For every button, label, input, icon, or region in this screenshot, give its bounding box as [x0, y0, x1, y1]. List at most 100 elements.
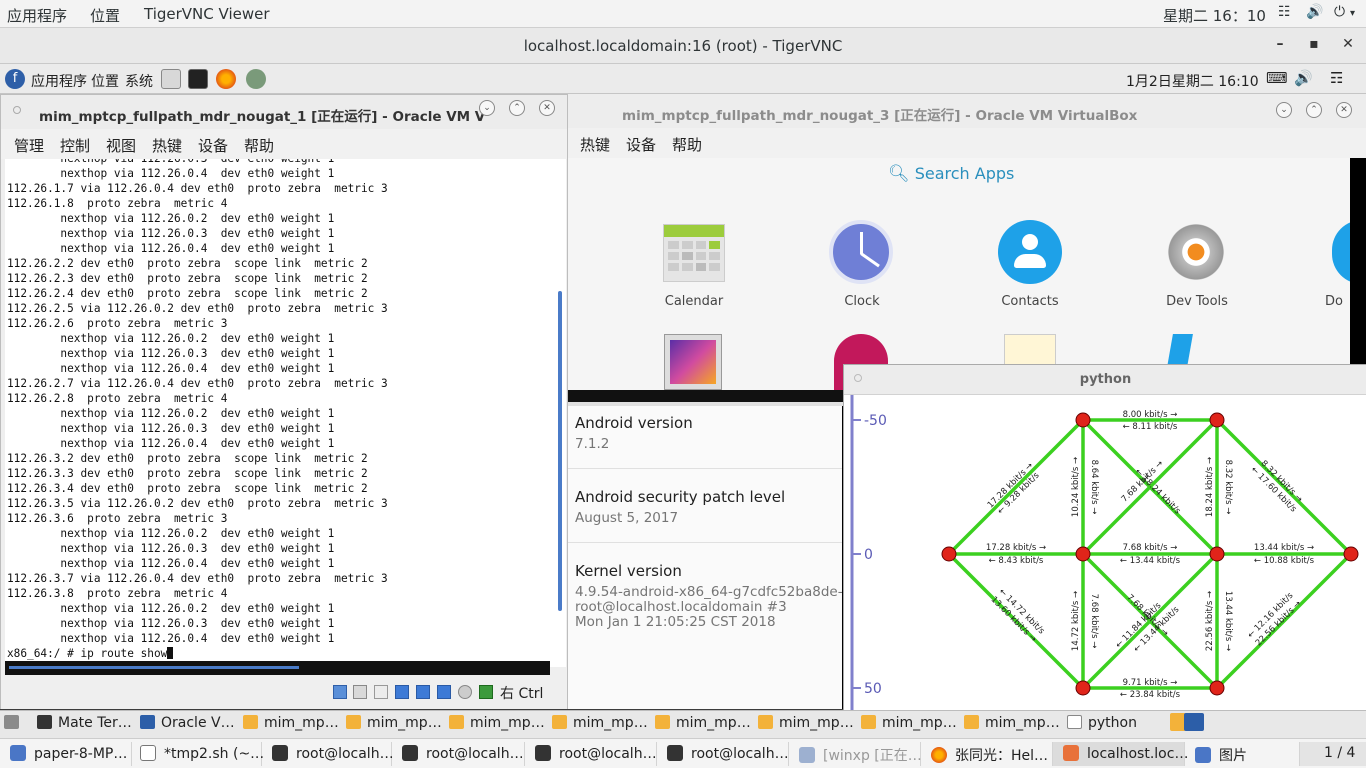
host-task[interactable]: root@localh…	[262, 742, 394, 766]
calendar-icon[interactable]	[663, 224, 725, 282]
capture-icon[interactable]	[479, 685, 493, 699]
host-task[interactable]: [winxp [正在…	[789, 742, 922, 766]
minimize-button[interactable]: –	[1271, 36, 1289, 52]
host-task[interactable]: 图片	[1185, 742, 1300, 766]
host-task[interactable]: root@localh…	[525, 742, 657, 766]
terminal-cursor	[167, 647, 174, 659]
audio-icon[interactable]	[374, 685, 388, 699]
host-task-label: 张同光：Hel…	[955, 748, 1049, 764]
network-icon[interactable]: ☶	[1330, 69, 1343, 87]
remote-task[interactable]: Oracle V…	[140, 715, 235, 731]
places-menu[interactable]: 位置	[90, 5, 120, 26]
y-tick-label: 50	[864, 681, 882, 697]
menu-control[interactable]: 控制	[60, 135, 90, 156]
minimize-button[interactable]: ⌄	[479, 100, 495, 116]
power-icon[interactable]: ⏻	[1334, 4, 1345, 20]
app-label-clock[interactable]: Clock	[807, 294, 917, 309]
remote-task[interactable]: Mate Ter…	[37, 715, 132, 731]
menu-machine[interactable]: 管理	[14, 135, 44, 156]
shared-folders-icon[interactable]	[437, 685, 451, 699]
about-phone-pane: Android version 7.1.2 Android security p…	[568, 406, 866, 709]
remote-task[interactable]: mim_mp…	[964, 715, 1060, 731]
host-task[interactable]: paper-8-MP…	[0, 742, 132, 766]
close-button[interactable]: ✕	[1339, 36, 1357, 52]
network-icon[interactable]: ☷	[1278, 4, 1291, 20]
contacts-icon[interactable]	[998, 220, 1062, 284]
menu-hotkeys[interactable]: 热键	[580, 134, 610, 155]
security-patch-title[interactable]: Android security patch level	[575, 488, 785, 506]
remote-task-label: mim_mp…	[676, 715, 751, 731]
kernel-build-date: Mon Jan 1 21:05:25 CST 2018	[575, 614, 776, 630]
edge-label: 8.00 kbit/s →	[1123, 410, 1178, 420]
firefox-icon[interactable]	[216, 69, 236, 89]
workspace-indicator[interactable]: 1 / 4	[1300, 742, 1366, 766]
menu-hotkeys[interactable]: 热键	[152, 135, 182, 156]
remote-task[interactable]: mim_mp…	[449, 715, 545, 731]
host-task[interactable]: root@localh…	[392, 742, 525, 766]
host-task[interactable]: *tmp2.sh (~…	[132, 742, 264, 766]
minimize-button[interactable]: ⌄	[1276, 102, 1292, 118]
guest-terminal[interactable]: nexthop via 112.26.0.3 dev eth0 weight 1…	[5, 159, 550, 667]
maximize-button[interactable]: ▪	[1305, 36, 1323, 52]
remote-applications-menu[interactable]: 应用程序	[31, 71, 87, 91]
remote-task[interactable]: python	[1067, 715, 1137, 731]
active-app-menu[interactable]: TigerVNC Viewer	[144, 5, 270, 23]
remote-task-label: Mate Ter…	[58, 715, 132, 731]
remote-task[interactable]: mim_mp…	[655, 715, 751, 731]
remote-task[interactable]: mim_mp…	[758, 715, 854, 731]
menu-help[interactable]: 帮助	[244, 135, 274, 156]
optical-drive-icon[interactable]	[353, 685, 367, 699]
app-label-calendar[interactable]: Calendar	[639, 294, 749, 309]
text-editor-icon[interactable]	[161, 69, 181, 89]
window-menu-icon[interactable]	[13, 106, 21, 114]
close-button[interactable]: ✕	[539, 100, 555, 116]
hard-disk-icon[interactable]	[333, 685, 347, 699]
remote-clock[interactable]: 1月2日星期二 16:10	[1126, 71, 1259, 91]
menu-devices[interactable]: 设备	[626, 134, 656, 155]
volume-icon[interactable]: 🔊	[1294, 69, 1313, 87]
remote-system-menu[interactable]: 系统	[125, 71, 153, 91]
menu-devices[interactable]: 设备	[198, 135, 228, 156]
android-version-title[interactable]: Android version	[575, 414, 693, 432]
terminal-icon[interactable]	[188, 69, 208, 89]
scrollbar[interactable]	[550, 159, 566, 667]
maximize-button[interactable]: ⌃	[509, 100, 525, 116]
remote-task-label: Oracle V…	[161, 715, 235, 731]
maximize-button[interactable]: ⌃	[1306, 102, 1322, 118]
host-task-label: root@localh…	[559, 746, 657, 762]
show-desktop-icon[interactable]	[4, 715, 25, 731]
app-label-contacts[interactable]: Contacts	[975, 294, 1085, 309]
vnc-window-title: localhost.localdomain:16 (root) - TigerV…	[523, 37, 843, 55]
workspace-switcher[interactable]	[1170, 713, 1210, 733]
host-task[interactable]: 张同光：Hel…	[921, 742, 1053, 766]
chevron-down-icon[interactable]: ▾	[1350, 8, 1355, 19]
kernel-version-title[interactable]: Kernel version	[575, 562, 682, 580]
remote-task[interactable]: mim_mp…	[552, 715, 648, 731]
host-task[interactable]: root@localh…	[657, 742, 789, 766]
dev-tools-icon[interactable]	[1164, 220, 1228, 284]
fedora-logo-icon[interactable]: f	[5, 69, 25, 89]
gallery-icon[interactable]	[664, 334, 722, 390]
applications-menu[interactable]: 应用程序	[7, 5, 67, 26]
remote-places-menu[interactable]: 位置	[91, 71, 119, 91]
menu-help[interactable]: 帮助	[672, 134, 702, 155]
remote-task[interactable]: mim_mp…	[861, 715, 957, 731]
clock-icon[interactable]	[829, 220, 893, 284]
app-label-dev-tools[interactable]: Dev Tools	[1142, 294, 1252, 309]
remote-task[interactable]: mim_mp…	[243, 715, 339, 731]
close-button[interactable]: ✕	[1336, 102, 1352, 118]
usb-icon[interactable]	[416, 685, 430, 699]
graph-node	[941, 546, 957, 562]
display-icon[interactable]	[458, 685, 472, 699]
remote-task[interactable]: mim_mp…	[346, 715, 442, 731]
android-version-value: 7.1.2	[575, 436, 610, 452]
keyboard-icon[interactable]: ⌨	[1266, 69, 1288, 87]
search-icon: 🔍︎	[888, 164, 910, 184]
host-clock[interactable]: 星期二 16：10	[1163, 5, 1266, 26]
search-apps-button[interactable]: 🔍︎ Search Apps	[888, 164, 1014, 184]
host-task-active[interactable]: localhost.loc…	[1053, 742, 1188, 766]
network-icon[interactable]	[395, 685, 409, 699]
screenshot-icon[interactable]	[246, 69, 266, 89]
volume-icon[interactable]: 🔊	[1306, 4, 1323, 20]
menu-view[interactable]: 视图	[106, 135, 136, 156]
